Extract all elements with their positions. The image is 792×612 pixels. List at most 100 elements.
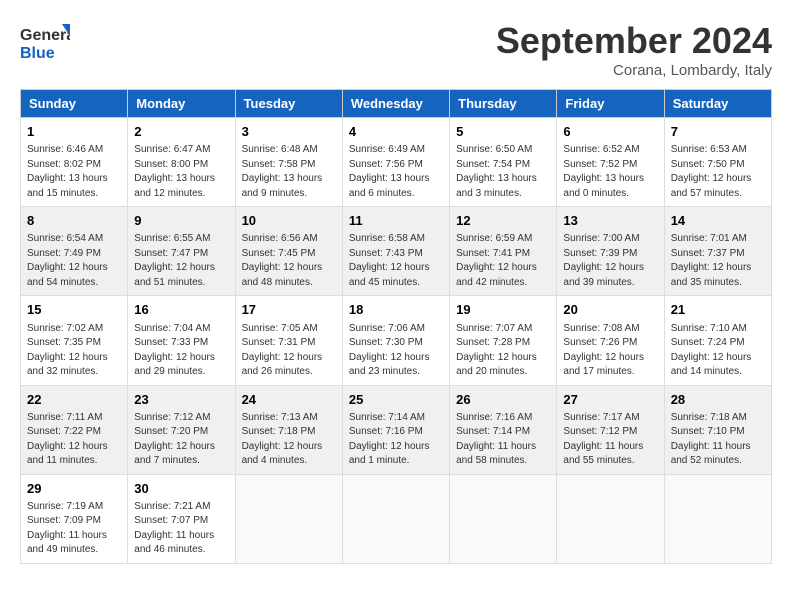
day-number: 22 [27, 391, 121, 409]
day-info: Sunrise: 7:19 AM Sunset: 7:09 PM Dayligh… [27, 500, 121, 558]
table-row: 4Sunrise: 6:49 AM Sunset: 7:56 PM Daylig… [342, 118, 449, 207]
table-row: 19 Sunrise: 7:07 AM Sunset: 7:28 PM Dayli… [450, 296, 557, 385]
day-info: Sunrise: 7:07 AM Sunset: 7:28 PM Dayligh… [456, 322, 550, 380]
day-info: Sunrise: 6:54 AM Sunset: 7:49 PM Dayligh… [27, 232, 121, 290]
day-number: 16 [134, 301, 228, 319]
day-info: Sunrise: 6:53 AM Sunset: 7:50 PM Dayligh… [671, 143, 765, 201]
table-row: 28Sunrise: 7:18 AM Sunset: 7:10 PM Dayli… [664, 385, 771, 474]
day-info: Sunrise: 6:58 AM Sunset: 7:43 PM Dayligh… [349, 232, 443, 290]
table-row: 11 Sunrise: 6:58 AM Sunset: 7:43 PM Dayli… [342, 207, 449, 296]
table-row: 21 Sunrise: 7:10 AM Sunset: 7:24 PM Dayli… [664, 296, 771, 385]
day-info: Sunrise: 7:12 AM Sunset: 7:20 PM Dayligh… [134, 411, 228, 469]
day-number: 26 [456, 391, 550, 409]
header-friday: Friday [557, 90, 664, 118]
day-number: 9 [134, 212, 228, 230]
table-row: 23 Sunrise: 7:12 AM Sunset: 7:20 PM Dayli… [128, 385, 235, 474]
header-saturday: Saturday [664, 90, 771, 118]
table-row: 25 Sunrise: 7:14 AM Sunset: 7:16 PM Dayli… [342, 385, 449, 474]
day-number: 23 [134, 391, 228, 409]
day-info: Sunrise: 6:59 AM Sunset: 7:41 PM Dayligh… [456, 232, 550, 290]
header-monday: Monday [128, 90, 235, 118]
day-info: Sunrise: 6:47 AM Sunset: 8:00 PM Dayligh… [134, 143, 228, 201]
table-row: 5 Sunrise: 6:50 AM Sunset: 7:54 PM Daylig… [450, 118, 557, 207]
day-number: 2 [134, 123, 228, 141]
day-number: 3 [242, 123, 336, 141]
table-row: 1 Sunrise: 6:46 AM Sunset: 8:02 PM Daylig… [21, 118, 128, 207]
day-number: 5 [456, 123, 550, 141]
day-number: 13 [563, 212, 657, 230]
table-row: 3Sunrise: 6:48 AM Sunset: 7:58 PM Daylig… [235, 118, 342, 207]
table-row: 9 Sunrise: 6:55 AM Sunset: 7:47 PM Daylig… [128, 207, 235, 296]
day-info: Sunrise: 7:11 AM Sunset: 7:22 PM Dayligh… [27, 411, 121, 469]
day-info: Sunrise: 7:04 AM Sunset: 7:33 PM Dayligh… [134, 322, 228, 380]
month-year: September 2024 [496, 20, 772, 62]
day-number: 10 [242, 212, 336, 230]
svg-text:Blue: Blue [20, 45, 55, 62]
logo: General Blue [20, 20, 70, 64]
day-number: 14 [671, 212, 765, 230]
day-number: 11 [349, 212, 443, 230]
table-row: 12 Sunrise: 6:59 AM Sunset: 7:41 PM Dayli… [450, 207, 557, 296]
location: Corana, Lombardy, Italy [496, 62, 772, 79]
day-number: 18 [349, 301, 443, 319]
day-info: Sunrise: 7:10 AM Sunset: 7:24 PM Dayligh… [671, 322, 765, 380]
day-number: 30 [134, 480, 228, 498]
day-number: 12 [456, 212, 550, 230]
day-info: Sunrise: 7:21 AM Sunset: 7:07 PM Dayligh… [134, 500, 228, 558]
day-number: 4 [349, 123, 443, 141]
table-row: 17Sunrise: 7:05 AM Sunset: 7:31 PM Dayli… [235, 296, 342, 385]
table-row [235, 474, 342, 563]
day-info: Sunrise: 6:50 AM Sunset: 7:54 PM Dayligh… [456, 143, 550, 201]
table-row: 27 Sunrise: 7:17 AM Sunset: 7:12 PM Dayli… [557, 385, 664, 474]
day-info: Sunrise: 6:46 AM Sunset: 8:02 PM Dayligh… [27, 143, 121, 201]
table-row: 13 Sunrise: 7:00 AM Sunset: 7:39 PM Dayli… [557, 207, 664, 296]
table-row: 24 Sunrise: 7:13 AM Sunset: 7:18 PM Dayli… [235, 385, 342, 474]
day-number: 29 [27, 480, 121, 498]
day-info: Sunrise: 7:18 AM Sunset: 7:10 PM Dayligh… [671, 411, 765, 469]
table-row: 7 Sunrise: 6:53 AM Sunset: 7:50 PM Daylig… [664, 118, 771, 207]
table-row [342, 474, 449, 563]
day-info: Sunrise: 7:17 AM Sunset: 7:12 PM Dayligh… [563, 411, 657, 469]
day-info: Sunrise: 7:14 AM Sunset: 7:16 PM Dayligh… [349, 411, 443, 469]
table-row [450, 474, 557, 563]
table-row [557, 474, 664, 563]
header-wednesday: Wednesday [342, 90, 449, 118]
table-row: 30 Sunrise: 7:21 AM Sunset: 7:07 PM Dayli… [128, 474, 235, 563]
day-number: 20 [563, 301, 657, 319]
day-number: 17 [242, 301, 336, 319]
day-info: Sunrise: 6:55 AM Sunset: 7:47 PM Dayligh… [134, 232, 228, 290]
table-row: 2 Sunrise: 6:47 AM Sunset: 8:00 PM Daylig… [128, 118, 235, 207]
day-number: 7 [671, 123, 765, 141]
day-number: 27 [563, 391, 657, 409]
table-row: 22 Sunrise: 7:11 AM Sunset: 7:22 PM Dayli… [21, 385, 128, 474]
logo-svg: General Blue [20, 20, 70, 64]
day-number: 21 [671, 301, 765, 319]
day-number: 15 [27, 301, 121, 319]
day-info: Sunrise: 7:13 AM Sunset: 7:18 PM Dayligh… [242, 411, 336, 469]
table-row: 8Sunrise: 6:54 AM Sunset: 7:49 PM Daylig… [21, 207, 128, 296]
table-row: 16 Sunrise: 7:04 AM Sunset: 7:33 PM Dayli… [128, 296, 235, 385]
day-info: Sunrise: 6:52 AM Sunset: 7:52 PM Dayligh… [563, 143, 657, 201]
day-number: 1 [27, 123, 121, 141]
calendar: SundayMondayTuesdayWednesdayThursdayFrid… [20, 89, 772, 564]
table-row: 18 Sunrise: 7:06 AM Sunset: 7:30 PM Dayli… [342, 296, 449, 385]
svg-text:General: General [20, 27, 70, 44]
table-row: 14Sunrise: 7:01 AM Sunset: 7:37 PM Dayli… [664, 207, 771, 296]
table-row: 26 Sunrise: 7:16 AM Sunset: 7:14 PM Dayli… [450, 385, 557, 474]
day-info: Sunrise: 7:16 AM Sunset: 7:14 PM Dayligh… [456, 411, 550, 469]
title-block: September 2024 Corana, Lombardy, Italy [496, 20, 772, 79]
day-number: 6 [563, 123, 657, 141]
header-sunday: Sunday [21, 90, 128, 118]
table-row: 6 Sunrise: 6:52 AM Sunset: 7:52 PM Daylig… [557, 118, 664, 207]
day-info: Sunrise: 7:00 AM Sunset: 7:39 PM Dayligh… [563, 232, 657, 290]
day-number: 24 [242, 391, 336, 409]
table-row [664, 474, 771, 563]
day-info: Sunrise: 7:02 AM Sunset: 7:35 PM Dayligh… [27, 322, 121, 380]
day-info: Sunrise: 7:06 AM Sunset: 7:30 PM Dayligh… [349, 322, 443, 380]
day-number: 19 [456, 301, 550, 319]
day-number: 25 [349, 391, 443, 409]
table-row: 20 Sunrise: 7:08 AM Sunset: 7:26 PM Dayli… [557, 296, 664, 385]
day-info: Sunrise: 6:56 AM Sunset: 7:45 PM Dayligh… [242, 232, 336, 290]
table-row: 10 Sunrise: 6:56 AM Sunset: 7:45 PM Dayli… [235, 207, 342, 296]
day-info: Sunrise: 7:08 AM Sunset: 7:26 PM Dayligh… [563, 322, 657, 380]
